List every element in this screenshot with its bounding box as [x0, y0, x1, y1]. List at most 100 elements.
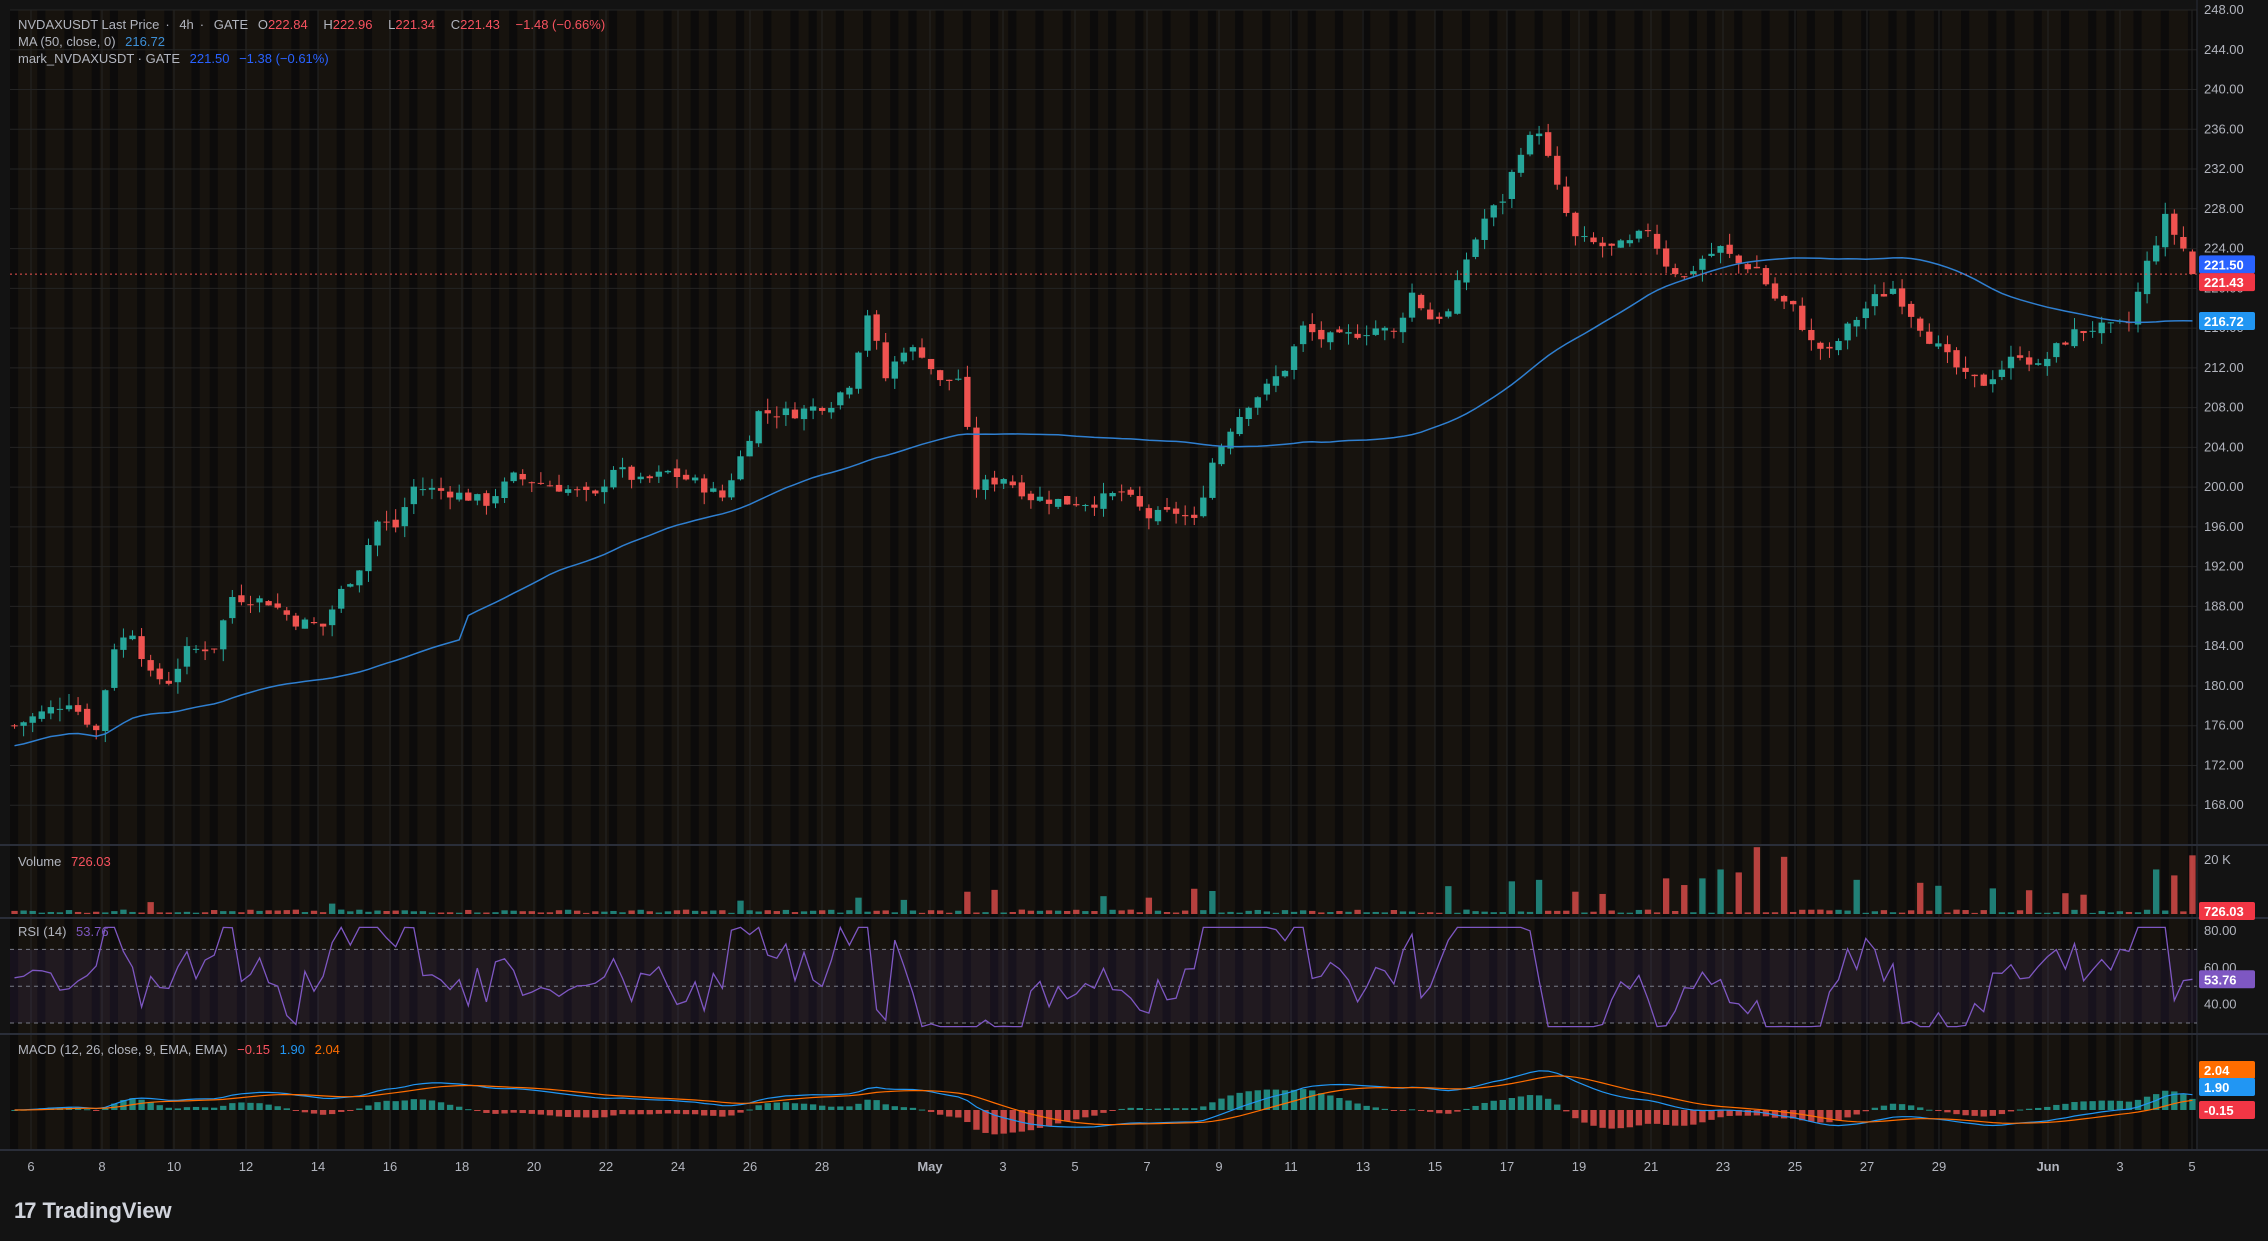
volume-bar	[93, 911, 100, 914]
volume-bar	[1926, 910, 1933, 914]
candle-body	[1526, 134, 1534, 155]
macd-hist-bar	[610, 1110, 617, 1116]
volume-bar	[147, 902, 154, 914]
candle-body	[2080, 331, 2087, 334]
volume-bar	[419, 911, 427, 914]
candle-body	[1998, 369, 2006, 377]
macd-hist-bar	[1172, 1108, 1180, 1110]
volume-bar	[1917, 882, 1924, 914]
volume-bar	[301, 912, 309, 914]
candle-body	[1408, 292, 1416, 318]
mark-label[interactable]: mark_NVDAXUSDT · GATE	[18, 51, 180, 66]
candle-body	[374, 521, 381, 546]
candle-body	[664, 470, 672, 473]
candle-body	[973, 427, 980, 490]
time-tick-label: May	[917, 1159, 943, 1174]
volume-bar	[873, 910, 880, 914]
volume-bar	[183, 911, 191, 914]
candle-body	[129, 635, 136, 640]
candle-body	[2134, 291, 2142, 325]
candle-body	[229, 597, 236, 619]
volume-bar	[2152, 869, 2160, 914]
volume-bar	[855, 897, 862, 914]
candle-body	[1554, 155, 1561, 185]
candle-body	[1544, 132, 1552, 156]
volume-bar	[247, 909, 254, 914]
legend-low: 221.34	[395, 17, 436, 32]
candle-body	[1445, 311, 1452, 317]
price-tick-label: 208.00	[2204, 400, 2244, 415]
volume-bar	[38, 912, 45, 914]
candle-body	[111, 649, 118, 688]
candle-body	[855, 352, 862, 389]
time-tick-label: 10	[167, 1159, 181, 1174]
macd-hist-bar	[909, 1107, 917, 1110]
volume-bar	[211, 910, 218, 914]
candle-body	[701, 478, 708, 493]
mark-change: −1.38 (−0.61%)	[239, 51, 329, 66]
volume-bar	[1608, 910, 1615, 914]
volume-bar	[1427, 912, 1434, 914]
candle-body	[20, 722, 27, 726]
candle-body	[882, 342, 889, 379]
candle-body	[528, 482, 535, 484]
candle-body	[220, 620, 227, 650]
macd-hist-bar	[147, 1102, 154, 1110]
volume-bar	[165, 912, 172, 914]
candle-body	[283, 610, 290, 615]
candle-body	[1263, 383, 1271, 395]
macd-label[interactable]: MACD (12, 26, close, 9, EMA, EMA)	[18, 1042, 228, 1057]
candle-body	[1290, 346, 1298, 370]
volume-bar	[800, 911, 808, 914]
volume-bar	[955, 910, 962, 914]
macd-hist-bar	[1626, 1110, 1634, 1128]
macd-hist-bar	[546, 1110, 554, 1116]
macd-hist-bar	[1454, 1110, 1461, 1112]
rsi-badge: 53.76	[2204, 972, 2237, 987]
volume-bar	[1290, 911, 1298, 914]
volume-bar	[1590, 911, 1597, 914]
macd-hist-bar	[2080, 1101, 2087, 1110]
candle-body	[546, 485, 554, 487]
candle-body	[1027, 493, 1035, 501]
macd-hist-bar	[646, 1110, 653, 1115]
price-tick-label: 228.00	[2204, 201, 2244, 216]
volume-bar	[1200, 910, 1207, 914]
legend-open: 222.84	[267, 17, 308, 32]
volume-label[interactable]: Volume	[18, 854, 61, 869]
rsi-label[interactable]: RSI (14)	[18, 924, 66, 939]
macd-hist-bar	[1563, 1110, 1570, 1112]
candle-body	[1436, 316, 1443, 319]
candle-body	[328, 609, 336, 626]
macd-hist-bar	[846, 1106, 853, 1110]
volume-bar	[555, 910, 563, 914]
price-tick-label: 224.00	[2204, 241, 2244, 256]
candle-body	[1272, 376, 1280, 386]
candle-body	[1082, 504, 1089, 506]
volume-bar	[446, 912, 454, 914]
volume-bar	[710, 910, 717, 914]
macd-hist-bar	[1635, 1110, 1643, 1126]
macd-hist-bar	[528, 1110, 535, 1114]
macd-hist-bar	[1907, 1105, 1915, 1110]
candle-body	[183, 646, 191, 667]
macd-hist-bar	[1554, 1104, 1561, 1110]
macd-hist-bar	[1599, 1110, 1606, 1128]
candle-body	[564, 489, 572, 493]
candle-body	[519, 473, 526, 480]
macd-hist-bar	[837, 1106, 844, 1110]
price-axis: 248.00 244.00 240.00 236.00 232.00 228.00 224.…	[2204, 2, 2244, 812]
volume-bar	[782, 909, 790, 914]
legend-symbol[interactable]: NVDAXUSDT Last Price	[18, 17, 159, 32]
volume-bar	[927, 910, 935, 914]
candle-body	[1299, 325, 1307, 345]
macd-hist-bar	[1472, 1105, 1479, 1110]
volume-bar	[1163, 912, 1171, 914]
candle-body	[719, 490, 726, 498]
ma-label[interactable]: MA (50, close, 0)	[18, 34, 116, 49]
volume-bar	[1971, 912, 1978, 914]
volume-bar	[1354, 909, 1361, 914]
candle-body	[1581, 236, 1588, 238]
tradingview-brand[interactable]: 17 TradingView	[14, 1196, 172, 1226]
time-tick-label: 13	[1356, 1159, 1370, 1174]
